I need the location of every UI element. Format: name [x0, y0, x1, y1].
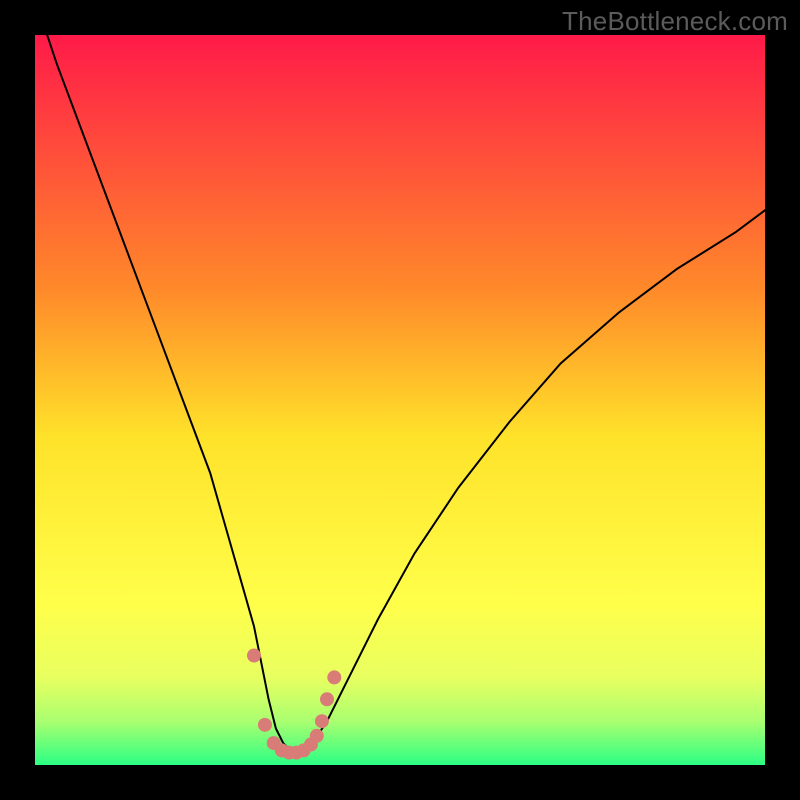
- highlight-dots-point: [315, 714, 329, 728]
- highlight-dots-point: [327, 670, 341, 684]
- highlight-dots-point: [320, 692, 334, 706]
- highlight-dots-point: [247, 649, 261, 663]
- plot-area: [35, 35, 765, 765]
- watermark-text: TheBottleneck.com: [562, 6, 788, 37]
- highlight-dots-point: [258, 718, 272, 732]
- highlight-dots-point: [310, 729, 324, 743]
- gradient-background: [35, 35, 765, 765]
- chart-svg: [35, 35, 765, 765]
- chart-frame: TheBottleneck.com: [0, 0, 800, 800]
